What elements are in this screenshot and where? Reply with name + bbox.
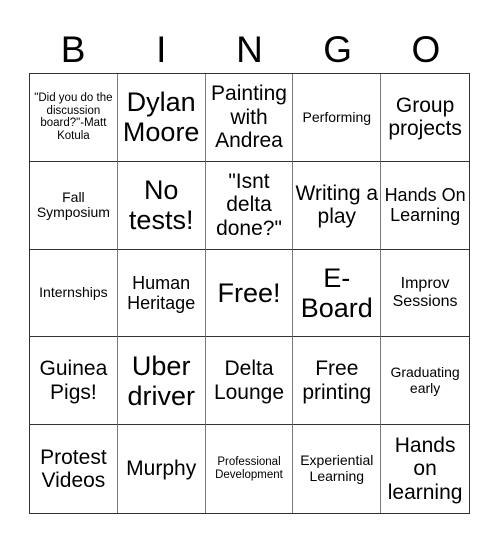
bingo-cell-r5-c4[interactable]: Experiential Learning bbox=[293, 425, 382, 513]
header-letter-g: G bbox=[323, 28, 353, 70]
bingo-cell-r3-c5[interactable]: Improv Sessions bbox=[381, 250, 469, 338]
cell-text: Performing bbox=[302, 108, 372, 125]
bingo-grid: "Did you do the discussion board?"-Matt … bbox=[29, 73, 470, 514]
bingo-cell-r3-c2[interactable]: Human Heritage bbox=[117, 249, 206, 338]
header-letter-i: I bbox=[156, 28, 167, 70]
cell-text: Free! bbox=[217, 277, 281, 308]
header-letter-b: B bbox=[60, 28, 86, 70]
bingo-cell-r4-c5[interactable]: Graduating early bbox=[381, 337, 469, 426]
cell-text: Hands on learning bbox=[387, 433, 463, 504]
bingo-cell-r1-c4[interactable]: Performing bbox=[293, 74, 382, 162]
cell-text: Uber driver bbox=[127, 350, 195, 411]
cell-text: No tests! bbox=[128, 174, 194, 236]
bingo-cell-r2-c2[interactable]: No tests! bbox=[117, 161, 206, 250]
bingo-cell-r1-c2[interactable]: Dylan Moore bbox=[117, 74, 206, 162]
cell-text: Painting with Andrea bbox=[211, 82, 287, 153]
cell-text: Human Heritage bbox=[127, 272, 196, 313]
bingo-cell-r1-c5[interactable]: Group projects bbox=[381, 74, 469, 162]
bingo-cell-free-space[interactable]: Free! bbox=[205, 249, 294, 338]
bingo-header: B I N G O bbox=[29, 26, 470, 72]
bingo-cell-r4-c2[interactable]: Uber driver bbox=[117, 337, 206, 426]
bingo-cell-r2-c3[interactable]: "Isnt delta done?" bbox=[205, 161, 294, 250]
cell-text: Experiential Learning bbox=[300, 452, 374, 485]
cell-text: Writing a play bbox=[295, 181, 379, 229]
cell-text: Graduating early bbox=[390, 364, 460, 396]
bingo-cell-r4-c4[interactable]: Free printing bbox=[293, 337, 382, 426]
header-letter-o: O bbox=[411, 28, 441, 70]
bingo-cell-r5-c1[interactable]: Protest Videos bbox=[30, 425, 118, 513]
cell-text: Delta Lounge bbox=[213, 357, 285, 404]
cell-text: E-Board bbox=[300, 262, 373, 323]
cell-text: "Isnt delta done?" bbox=[216, 169, 282, 240]
cell-text: Murphy bbox=[126, 457, 197, 481]
bingo-cell-r5-c5[interactable]: Hands on learning bbox=[381, 425, 469, 513]
cell-text: Internships bbox=[39, 284, 108, 301]
bingo-cell-r3-c1[interactable]: Internships bbox=[30, 249, 118, 338]
cell-text: Professional Development bbox=[215, 456, 283, 482]
cell-text: Fall Symposium bbox=[36, 188, 110, 221]
bingo-cell-r1-c3[interactable]: Painting with Andrea bbox=[205, 74, 294, 162]
bingo-cell-r5-c3[interactable]: Professional Development bbox=[206, 425, 294, 513]
bingo-cell-r2-c4[interactable]: Writing a play bbox=[293, 161, 382, 250]
cell-text: Free printing bbox=[302, 357, 372, 404]
cell-text: Hands On Learning bbox=[384, 185, 466, 226]
cell-text: Improv Sessions bbox=[392, 275, 458, 310]
cell-text: Guinea Pigs! bbox=[39, 357, 108, 404]
cell-text: Protest Videos bbox=[40, 445, 107, 493]
cell-text: Group projects bbox=[388, 93, 462, 141]
bingo-cell-r3-c4[interactable]: E-Board bbox=[293, 249, 382, 338]
bingo-cell-r5-c2[interactable]: Murphy bbox=[118, 425, 206, 513]
bingo-cell-r2-c5[interactable]: Hands On Learning bbox=[381, 162, 469, 250]
bingo-cell-r2-c1[interactable]: Fall Symposium bbox=[30, 161, 118, 250]
cell-text: "Did you do the discussion board?"-Matt … bbox=[34, 91, 113, 143]
cell-text: Dylan Moore bbox=[122, 87, 200, 148]
bingo-cell-r1-c1[interactable]: "Did you do the discussion board?"-Matt … bbox=[30, 74, 118, 162]
bingo-cell-r4-c3[interactable]: Delta Lounge bbox=[205, 337, 294, 426]
header-letter-n: N bbox=[236, 28, 263, 70]
bingo-cell-r4-c1[interactable]: Guinea Pigs! bbox=[30, 337, 118, 426]
